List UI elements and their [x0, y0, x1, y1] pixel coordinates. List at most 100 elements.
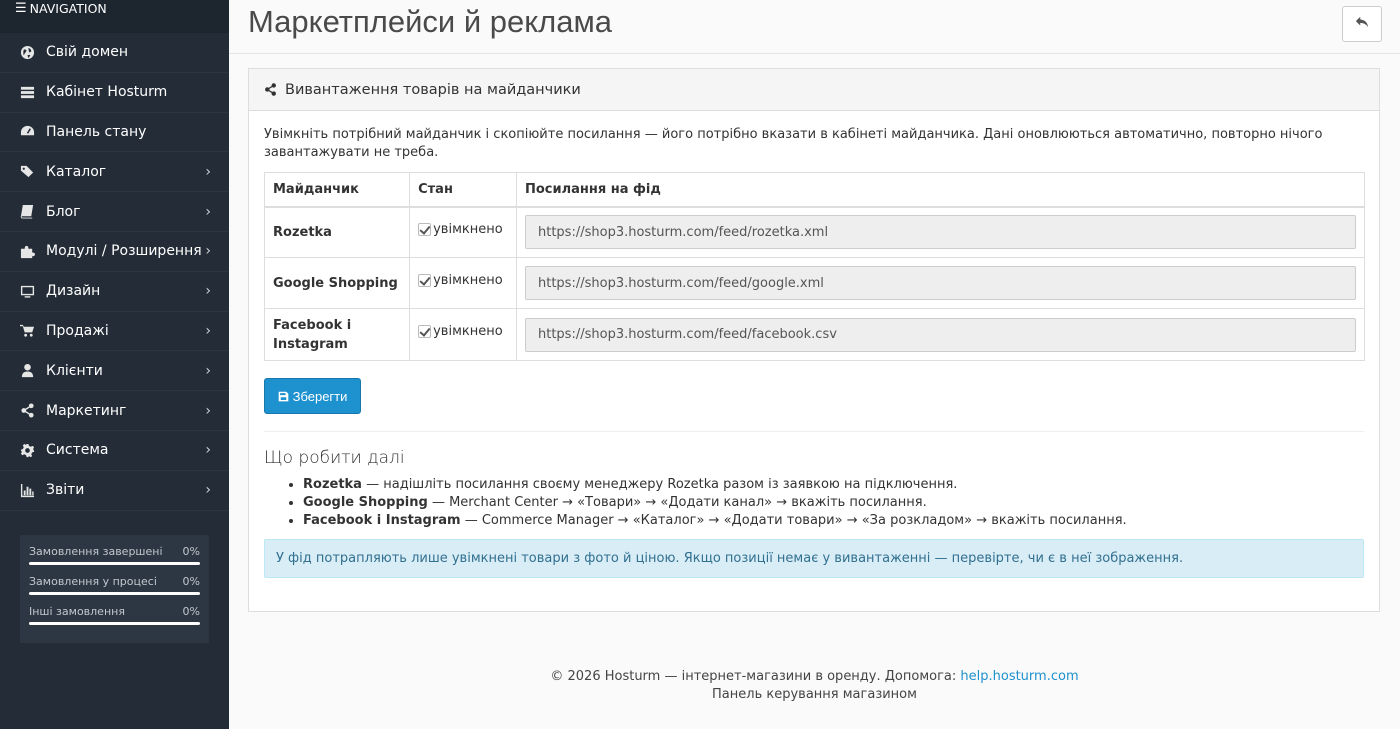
- footer-text: © 2026 Hosturm — інтернет-магазини в оре…: [550, 669, 961, 684]
- feeds-panel: Вивантаження товарів на майданчики Увімк…: [248, 68, 1380, 612]
- stat-value: 0%: [182, 605, 200, 618]
- globe-icon: [19, 44, 35, 60]
- stat-other: Інші замовлення 0%: [29, 605, 200, 625]
- column-header: Посилання на фід: [516, 172, 1365, 208]
- table-row: Rozetka увімкнено: [263, 206, 1365, 258]
- sidebar-item-label: Клієнти: [46, 362, 103, 379]
- share-icon: [19, 403, 35, 419]
- sidebar-item-catalog[interactable]: Каталог ›: [0, 152, 229, 193]
- progress-bar: [29, 622, 200, 625]
- footer: © 2026 Hosturm — інтернет-магазини в оре…: [229, 668, 1400, 704]
- intro-text: Увімкніть потрібний майданчик і скопіюйт…: [264, 127, 1323, 160]
- sidebar-item-label: Кабінет Hosturm: [46, 84, 168, 101]
- marketplace-name: Rozetka: [273, 224, 332, 240]
- list-item: Rozetka — надішліть посилання своєму мен…: [303, 476, 1364, 494]
- sidebar-item-label: Блог: [46, 203, 81, 220]
- info-alert: У фід потрапляють лише увімкнені товари …: [264, 539, 1364, 578]
- marketplace-name: Google Shopping: [273, 275, 398, 291]
- enable-toggle[interactable]: увімкнено: [418, 273, 508, 288]
- panel-heading: Вивантаження товарів на майданчики: [249, 69, 1379, 111]
- step-text: — Merchant Center → «Товари» → «Додати к…: [427, 495, 927, 510]
- bar-chart-icon: [19, 482, 35, 498]
- next-steps-list: Rozetka — надішліть посилання своєму мен…: [264, 476, 1364, 530]
- sidebar-item-label: Панель стану: [46, 123, 147, 140]
- sidebar-item-design[interactable]: Дизайн ›: [0, 272, 229, 312]
- enable-toggle[interactable]: увімкнено: [418, 222, 508, 237]
- help-link[interactable]: help.hosturm.com: [960, 669, 1078, 684]
- state-label: увімкнено: [433, 324, 503, 339]
- sidebar-item-label: Система: [46, 442, 109, 459]
- sidebar: ☰ NAVIGATION Свій домен Кабінет Hosturm …: [0, 0, 229, 729]
- sidebar-item-blog[interactable]: Блог ›: [0, 192, 229, 232]
- table-row: Facebook і Instagram увімкнено: [263, 308, 1365, 361]
- stat-processing: Замовлення у процесі 0%: [29, 575, 200, 595]
- column-header: Майданчик: [263, 172, 411, 208]
- monitor-icon: [19, 283, 35, 299]
- progress-bar: [29, 592, 200, 595]
- sidebar-item-domain[interactable]: Свій домен: [0, 33, 229, 73]
- sidebar-item-label: Модулі / Розширення: [46, 243, 202, 260]
- sidebar-item-dashboard[interactable]: Панель стану: [0, 113, 229, 153]
- feed-url-field[interactable]: [525, 317, 1356, 352]
- floppy-icon: [278, 391, 288, 401]
- divider: [264, 431, 1364, 432]
- cart-icon: [19, 323, 35, 339]
- sidebar-item-marketing[interactable]: Маркетинг ›: [0, 391, 229, 431]
- feed-url-field[interactable]: [525, 215, 1356, 250]
- step-text: — надішліть посилання своєму менеджеру R…: [361, 477, 958, 492]
- back-button[interactable]: [1342, 6, 1382, 42]
- sidebar-item-label: Каталог: [46, 163, 107, 180]
- stat-label: Інші замовлення: [29, 605, 125, 618]
- hamburger-icon[interactable]: ☰: [15, 1, 27, 16]
- chevron-right-icon: ›: [205, 362, 211, 379]
- table-row: Google Shopping увімкнено: [263, 257, 1365, 309]
- page-title: Маркетплейси й реклама: [248, 4, 613, 39]
- footer-subtext: Панель керування магазином: [712, 687, 917, 702]
- save-button-label: Зберегти: [292, 388, 348, 404]
- step-name: Rozetka: [303, 477, 362, 492]
- step-name: Facebook і Instagram: [303, 513, 461, 528]
- page-header: Маркетплейси й реклама: [229, 0, 1400, 54]
- list-item: Google Shopping — Merchant Center → «Тов…: [303, 494, 1364, 512]
- chevron-right-icon: ›: [205, 442, 211, 459]
- dashboard-icon: [19, 124, 35, 140]
- panel-title: Вивантаження товарів на майданчики: [285, 81, 581, 98]
- list-item: Facebook і Instagram — Commerce Manager …: [303, 512, 1364, 530]
- chevron-right-icon: ›: [205, 243, 211, 260]
- user-icon: [19, 363, 35, 379]
- state-label: увімкнено: [433, 272, 503, 288]
- nav-header[interactable]: ☰ NAVIGATION: [0, 0, 229, 33]
- gear-icon: [19, 442, 35, 458]
- main-content: Маркетплейси й реклама Вивантаження това…: [229, 0, 1400, 729]
- sidebar-item-label: Звіти: [46, 482, 85, 499]
- save-button[interactable]: Зберегти: [264, 378, 361, 414]
- sidebar-menu: Свій домен Кабінет Hosturm Панель стану …: [0, 33, 229, 511]
- puzzle-icon: [19, 243, 35, 259]
- server-icon: [19, 84, 35, 100]
- sidebar-item-cabinet[interactable]: Кабінет Hosturm: [0, 73, 229, 113]
- panel-body: Увімкніть потрібний майданчик і скопіюйт…: [249, 111, 1379, 578]
- stat-value: 0%: [182, 545, 200, 558]
- sidebar-item-modules[interactable]: Модулі / Розширення ›: [0, 232, 229, 272]
- checkbox-checked[interactable]: [418, 273, 432, 287]
- column-header: Стан: [409, 172, 517, 208]
- feed-url-field[interactable]: [525, 266, 1356, 300]
- sidebar-item-label: Дизайн: [46, 283, 101, 300]
- state-label: увімкнено: [433, 221, 503, 237]
- order-stats: Замовлення завершені 0% Замовлення у про…: [20, 535, 209, 643]
- feeds-table: Майданчик Стан Посилання на фід Rozetka …: [263, 172, 1365, 361]
- progress-bar: [29, 562, 200, 565]
- chevron-right-icon: ›: [205, 402, 211, 419]
- checkbox-checked[interactable]: [418, 222, 432, 236]
- stat-label: Замовлення у процесі: [29, 575, 157, 588]
- sidebar-item-system[interactable]: Система ›: [0, 431, 229, 471]
- sidebar-item-sales[interactable]: Продажі ›: [0, 312, 229, 352]
- enable-toggle[interactable]: увімкнено: [418, 324, 508, 339]
- chevron-right-icon: ›: [205, 322, 211, 339]
- sidebar-item-label: Свій домен: [46, 44, 129, 61]
- checkbox-checked[interactable]: [418, 325, 432, 338]
- sidebar-item-customers[interactable]: Клієнти ›: [0, 351, 229, 392]
- sidebar-item-reports[interactable]: Звіти ›: [0, 471, 229, 511]
- sidebar-item-label: Продажі: [46, 322, 109, 339]
- sidebar-item-label: Маркетинг: [46, 402, 127, 419]
